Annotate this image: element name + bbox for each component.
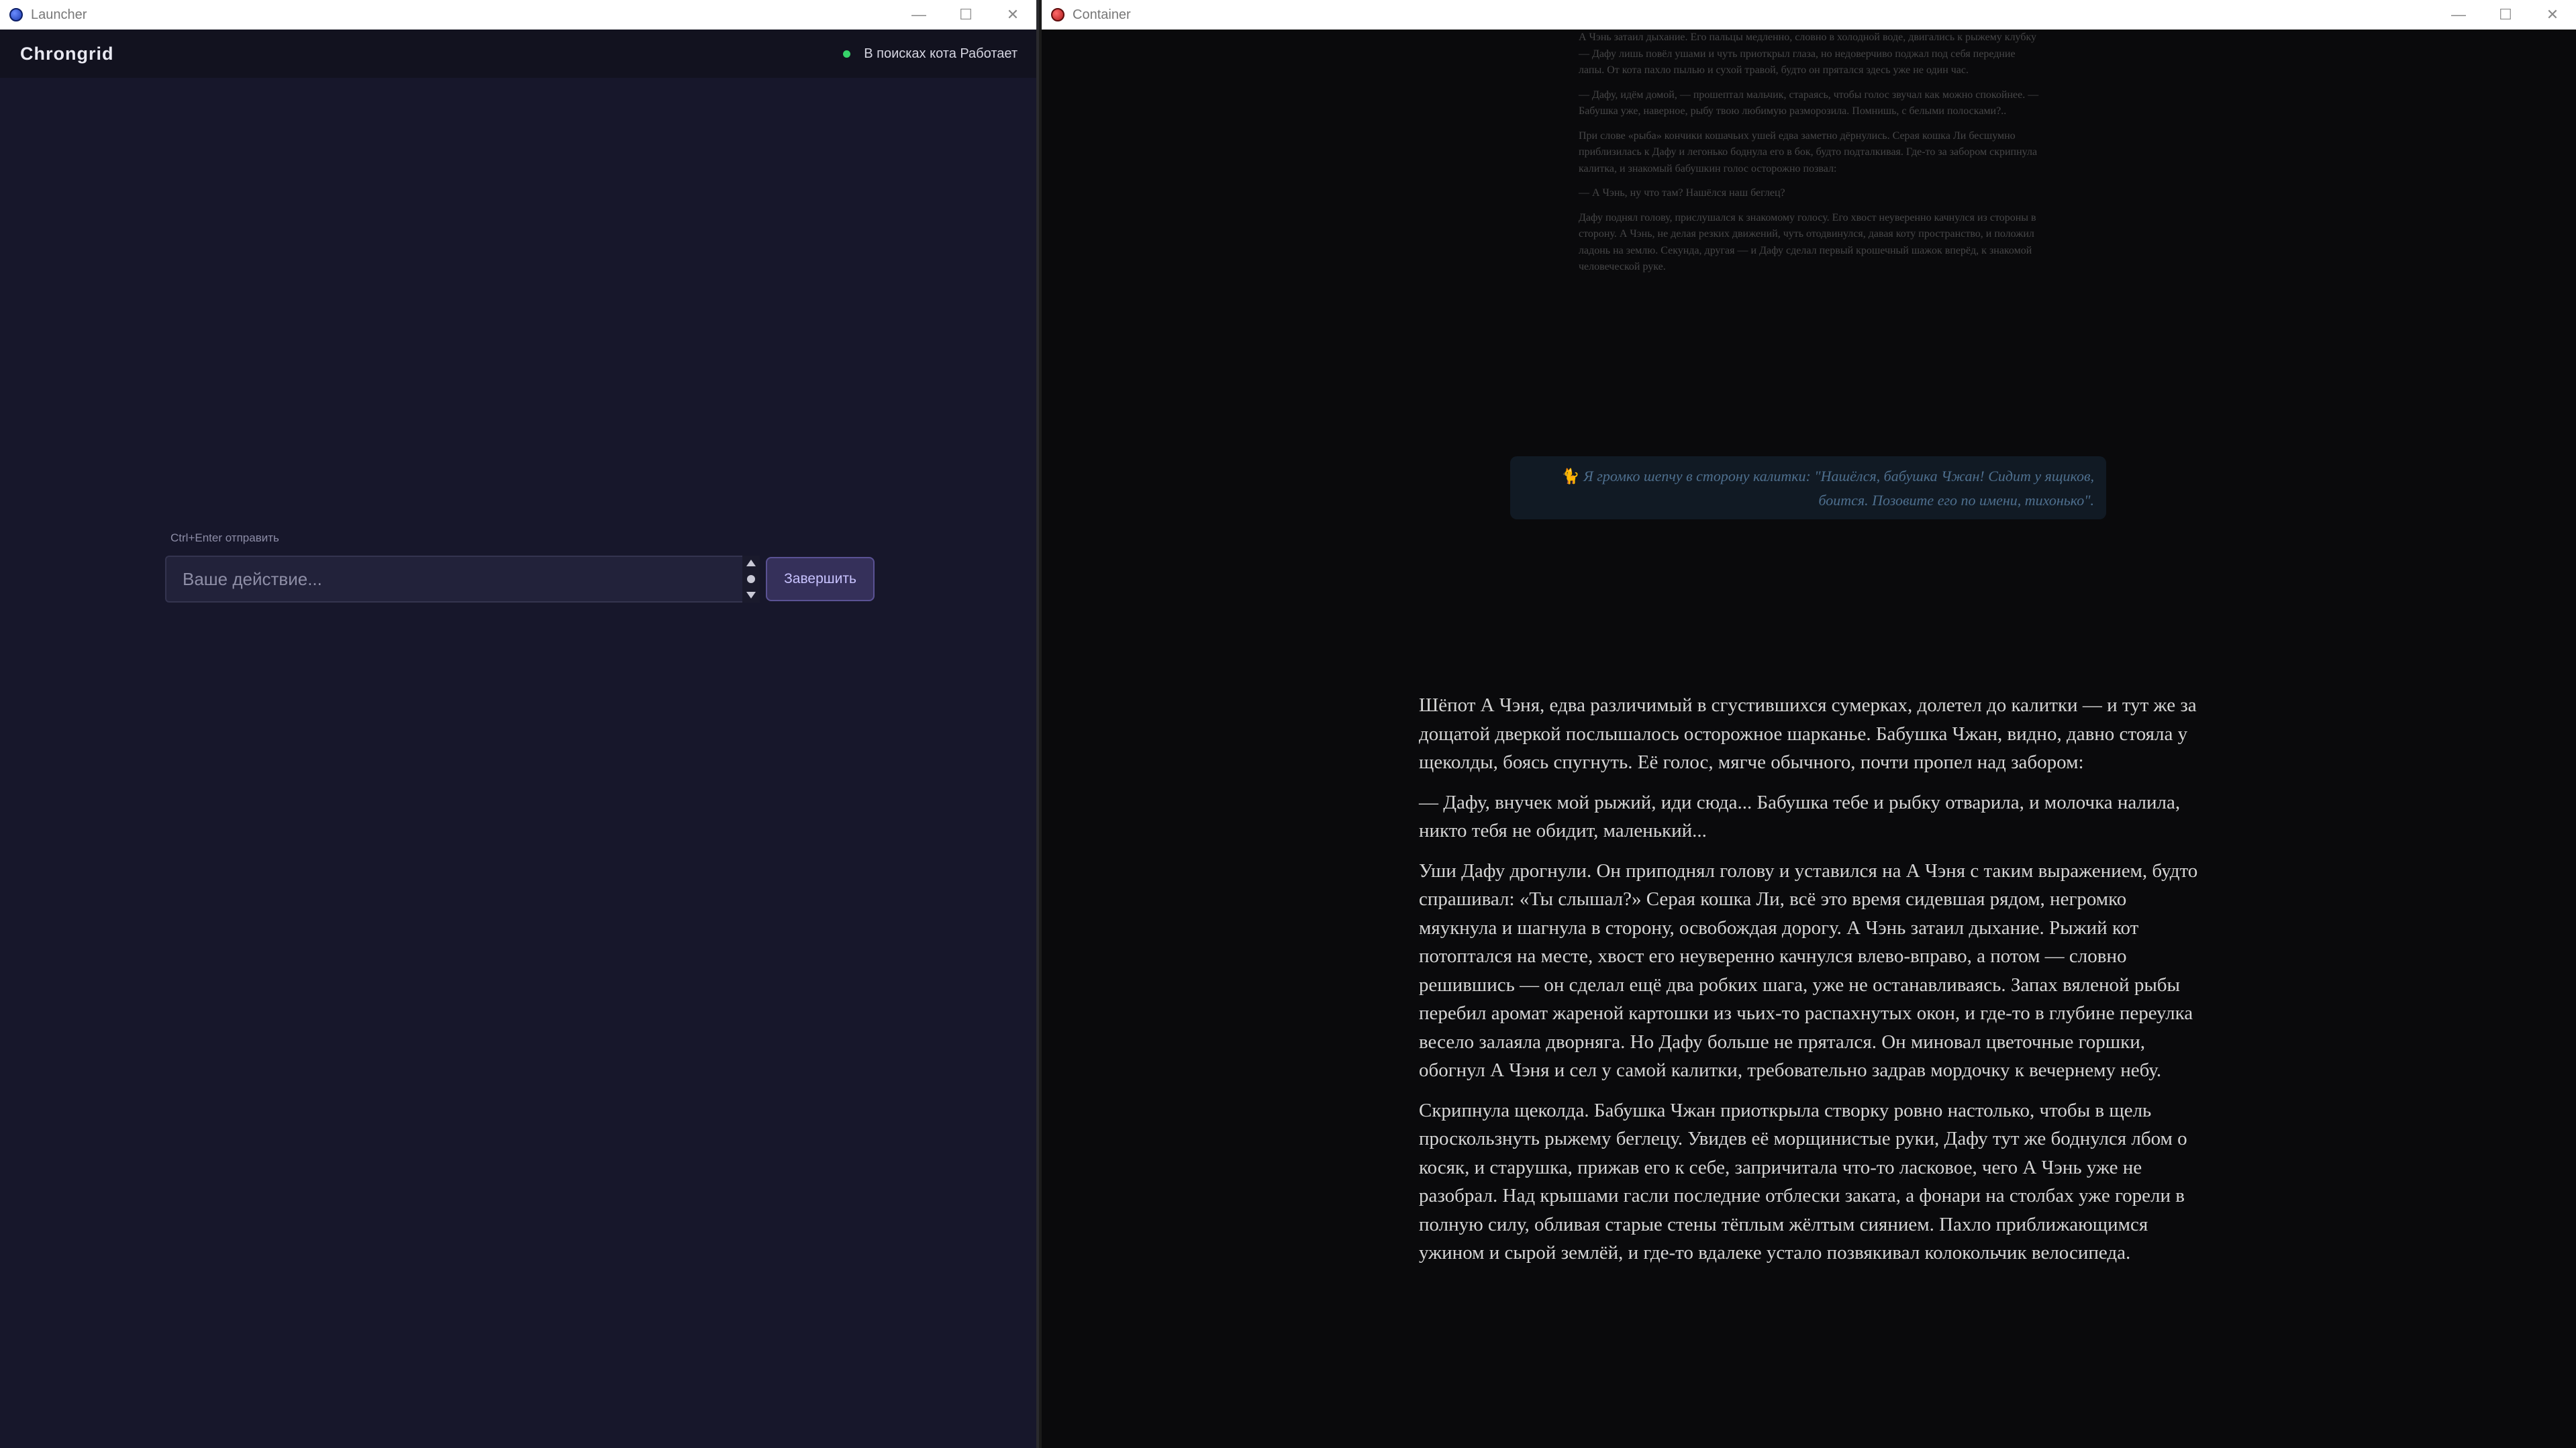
story-paragraph: Дафу поднял голову, прислушался к знаком… — [1579, 211, 2036, 273]
story-paragraph: — Дафу, внучек мой рыжий, иди сюда... Ба… — [1419, 791, 2181, 842]
finish-button[interactable]: Завершить — [766, 557, 875, 601]
maximize-icon[interactable]: ☐ — [2482, 0, 2529, 30]
close-icon[interactable]: ✕ — [989, 0, 1036, 30]
action-input[interactable] — [165, 556, 746, 603]
app-header: Chrongrid В поисках кота Работает — [0, 30, 1036, 78]
container-titlebar[interactable]: Container — ☐ ✕ — [1042, 0, 2576, 30]
shortcut-hint: Ctrl+Enter отправить — [170, 531, 279, 544]
story-paragraph: — А Чэнь, ну что там? Нашёлся наш беглец… — [1579, 187, 1785, 199]
story-paragraph: Скрипнула щеколда. Бабушка Чжан приоткры… — [1419, 1099, 2187, 1264]
story-paragraph: — Дафу, идём домой, — прошептал мальчик,… — [1579, 89, 2039, 117]
launcher-window: Launcher — ☐ ✕ Chrongrid В поисках кота … — [0, 0, 1039, 1448]
story-paragraph: Уши Дафу дрогнули. Он приподнял голову и… — [1419, 860, 2198, 1082]
window-title: Launcher — [31, 7, 87, 22]
window-controls: — ☐ ✕ — [2435, 0, 2576, 30]
action-composer: Ctrl+Enter отправить Завершить — [165, 531, 877, 605]
player-action-card: 🐈 Я громко шепчу в сторону калитки: "Наш… — [1510, 456, 2106, 519]
scroll-thumb[interactable] — [747, 574, 755, 583]
launcher-app-icon — [9, 8, 23, 21]
story-paragraph: А Чэнь затаил дыхание. Его пальцы медлен… — [1579, 32, 2037, 76]
maximize-icon[interactable]: ☐ — [942, 0, 989, 30]
story-paragraph: При слове «рыба» кончики кошачьих ушей е… — [1579, 130, 2038, 174]
scroll-up-icon[interactable] — [746, 560, 756, 567]
minimize-icon[interactable]: — — [895, 0, 942, 30]
status-text: В поисках кота Работает — [864, 46, 1018, 61]
launcher-content: Chrongrid В поисках кота Работает Ctrl+E… — [0, 30, 1036, 1448]
current-story-text: Шёпот А Чэня, едва различимый в сгустивш… — [1419, 691, 2201, 1279]
close-icon[interactable]: ✕ — [2529, 0, 2576, 30]
window-controls: — ☐ ✕ — [895, 0, 1036, 30]
cat-icon: 🐈 — [1561, 468, 1580, 484]
status-indicator: В поисках кота Работает — [843, 46, 1018, 62]
status-dot-icon — [843, 50, 851, 58]
input-scroll-control[interactable] — [742, 556, 760, 603]
scroll-down-icon[interactable] — [746, 591, 756, 599]
story-view: А Чэнь затаил дыхание. Его пальцы медлен… — [1042, 30, 2576, 1448]
launcher-titlebar[interactable]: Launcher — ☐ ✕ — [0, 0, 1036, 30]
window-title: Container — [1073, 7, 1131, 22]
player-action-text: Я громко шепчу в сторону калитки: "Нашёл… — [1583, 468, 2094, 509]
previous-story-text: А Чэнь затаил дыхание. Его пальцы медлен… — [1579, 30, 2042, 284]
minimize-icon[interactable]: — — [2435, 0, 2482, 30]
container-window: Container — ☐ ✕ А Чэнь затаил дыхание. Е… — [1042, 0, 2576, 1448]
brand-title: Chrongrid — [20, 43, 114, 64]
story-paragraph: Шёпот А Чэня, едва различимый в сгустивш… — [1419, 694, 2197, 773]
container-app-icon — [1051, 8, 1064, 21]
